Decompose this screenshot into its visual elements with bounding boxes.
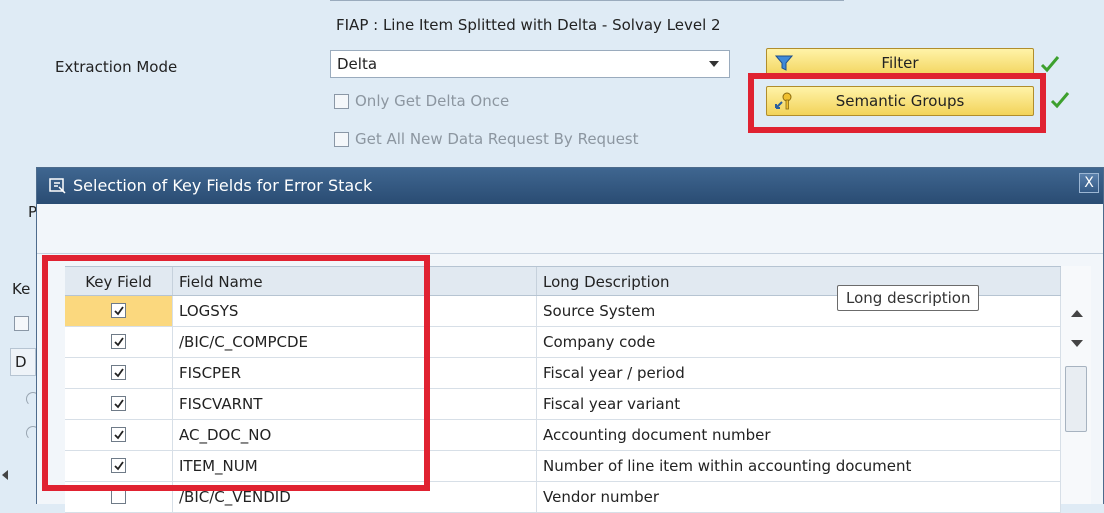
underlying-tab[interactable]: D xyxy=(10,348,36,376)
key-group-icon xyxy=(775,92,792,110)
extraction-mode-label: Extraction Mode xyxy=(55,58,178,76)
scroll-down-icon[interactable] xyxy=(1071,340,1083,347)
dialog-close-button[interactable]: X xyxy=(1079,173,1099,193)
extraction-mode-value: Delta xyxy=(337,55,378,73)
underlying-checkbox[interactable] xyxy=(14,316,29,331)
semantic-groups-label: Semantic Groups xyxy=(835,92,965,110)
only-delta-once-checkbox[interactable] xyxy=(334,93,349,109)
header-long-description[interactable]: Long Description xyxy=(537,267,1061,295)
dialog-title-bar[interactable]: Selection of Key Fields for Error Stack … xyxy=(37,168,1103,204)
scroll-up-icon[interactable] xyxy=(1071,310,1083,317)
vertical-scrollbar[interactable] xyxy=(1061,266,1091,504)
dialog-toolbar xyxy=(37,204,1103,254)
long-description-cell[interactable]: Vendor number xyxy=(537,482,1061,512)
semantic-groups-button[interactable]: Semantic Groups xyxy=(766,86,1034,116)
scroll-left-icon[interactable] xyxy=(2,470,8,480)
dialog-title: Selection of Key Fields for Error Stack xyxy=(73,176,373,195)
key-field-checkbox[interactable] xyxy=(111,489,126,504)
long-description-cell[interactable]: Accounting document number xyxy=(537,420,1061,450)
view-title: FIAP : Line Item Splitted with Delta - S… xyxy=(336,16,721,34)
close-icon: X xyxy=(1084,175,1094,191)
option-request-by-request[interactable]: Get All New Data Request By Request xyxy=(334,130,639,148)
long-description-cell[interactable]: Fiscal year variant xyxy=(537,389,1061,419)
semantic-groups-ok-check-icon xyxy=(1050,92,1070,109)
long-description-cell[interactable]: Number of line item within accounting do… xyxy=(537,451,1061,481)
long-description-tooltip: Long description xyxy=(837,285,980,311)
scroll-thumb[interactable] xyxy=(1065,366,1087,432)
only-delta-once-label: Only Get Delta Once xyxy=(355,92,510,110)
request-by-request-label: Get All New Data Request By Request xyxy=(355,130,639,148)
option-only-delta-once[interactable]: Only Get Delta Once xyxy=(334,92,509,110)
long-description-cell[interactable]: Source System xyxy=(537,296,1061,326)
filter-ok-check-icon xyxy=(1040,56,1060,73)
dialog-window-icon xyxy=(49,178,66,194)
request-by-request-checkbox[interactable] xyxy=(334,131,349,147)
top-divider xyxy=(330,0,844,1)
extraction-mode-select[interactable]: Delta xyxy=(330,50,730,78)
long-description-cell[interactable]: Fiscal year / period xyxy=(537,358,1061,388)
key-fields-highlight xyxy=(42,255,430,491)
underlying-label-ke: Ke xyxy=(12,280,31,298)
filter-label: Filter xyxy=(881,54,919,72)
chevron-down-icon xyxy=(709,61,719,67)
filter-icon xyxy=(774,55,794,71)
long-description-cell[interactable]: Company code xyxy=(537,327,1061,357)
